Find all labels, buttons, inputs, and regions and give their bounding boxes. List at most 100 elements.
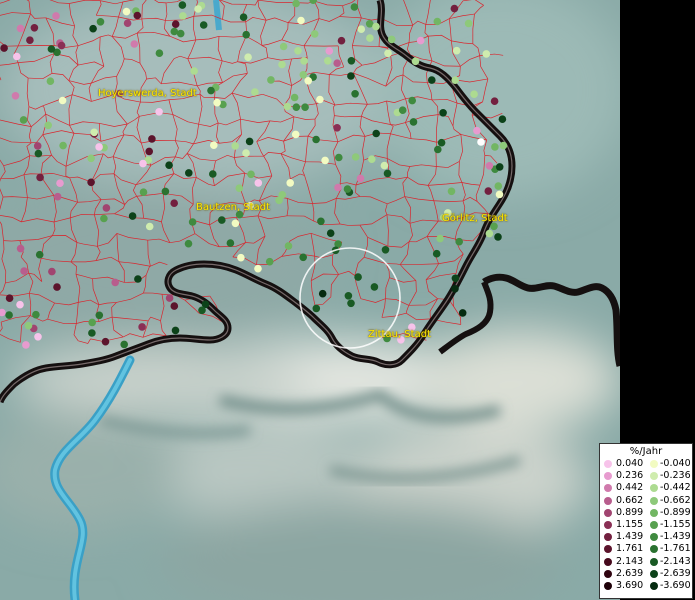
station-point[interactable] <box>380 161 389 170</box>
station-point[interactable] <box>145 222 154 231</box>
station-point[interactable] <box>337 36 346 45</box>
station-point[interactable] <box>145 147 153 156</box>
station-point[interactable] <box>53 283 61 291</box>
station-point[interactable] <box>53 192 62 201</box>
station-point[interactable] <box>267 76 275 84</box>
station-point[interactable] <box>335 153 343 162</box>
station-point[interactable] <box>5 294 14 303</box>
station-point[interactable] <box>231 219 240 228</box>
station-point[interactable] <box>89 24 97 33</box>
station-point[interactable] <box>325 47 334 55</box>
station-point[interactable] <box>88 318 96 327</box>
station-point[interactable] <box>190 67 198 75</box>
station-point[interactable] <box>408 96 417 105</box>
station-point[interactable] <box>343 185 352 193</box>
station-point[interactable] <box>120 340 128 349</box>
station-point[interactable] <box>351 90 359 98</box>
station-point[interactable] <box>171 326 180 335</box>
station-point[interactable] <box>482 50 491 58</box>
station-point[interactable] <box>122 7 131 16</box>
station-point[interactable] <box>226 239 235 247</box>
station-point[interactable] <box>436 234 444 243</box>
station-point[interactable] <box>458 309 467 317</box>
station-point[interactable] <box>239 13 248 21</box>
station-point[interactable] <box>138 323 146 331</box>
station-point[interactable] <box>409 118 418 126</box>
station-point[interactable] <box>19 116 28 124</box>
station-point[interactable] <box>283 102 292 111</box>
station-point[interactable] <box>333 59 342 67</box>
station-point[interactable] <box>297 16 305 25</box>
station-point[interactable] <box>434 145 442 154</box>
station-point[interactable] <box>384 49 392 58</box>
station-point[interactable] <box>464 19 473 28</box>
station-point[interactable] <box>452 46 461 55</box>
station-point[interactable] <box>198 306 206 315</box>
station-point[interactable] <box>22 341 30 349</box>
station-point[interactable] <box>495 163 504 171</box>
station-point[interactable] <box>312 135 320 144</box>
station-point[interactable] <box>366 34 374 42</box>
station-point[interactable] <box>148 135 156 143</box>
station-point[interactable] <box>57 41 66 50</box>
station-point[interactable] <box>356 174 365 183</box>
station-point[interactable] <box>87 154 95 163</box>
station-point[interactable] <box>244 53 252 61</box>
station-point[interactable] <box>447 187 456 196</box>
station-point[interactable] <box>372 22 380 31</box>
station-point[interactable] <box>299 253 308 262</box>
station-point[interactable] <box>275 196 283 205</box>
station-point[interactable] <box>265 257 274 266</box>
station-point[interactable] <box>130 40 139 48</box>
station-point[interactable] <box>33 142 42 150</box>
station-point[interactable] <box>24 321 33 330</box>
station-point[interactable] <box>194 5 202 13</box>
station-point[interactable] <box>473 126 481 135</box>
station-point[interactable] <box>213 98 221 107</box>
station-point[interactable] <box>209 170 217 178</box>
station-point[interactable] <box>165 294 174 302</box>
station-point[interactable] <box>321 156 329 165</box>
station-point[interactable] <box>411 57 420 66</box>
station-point[interactable] <box>357 25 366 33</box>
station-point[interactable] <box>499 141 508 150</box>
station-point[interactable] <box>30 24 39 32</box>
station-point[interactable] <box>333 124 341 132</box>
station-point[interactable] <box>133 11 142 20</box>
station-point[interactable] <box>161 187 170 196</box>
station-point[interactable] <box>34 333 42 341</box>
station-point[interactable] <box>347 72 355 80</box>
station-point[interactable] <box>381 246 390 254</box>
station-point[interactable] <box>96 18 105 26</box>
station-point[interactable] <box>231 142 239 150</box>
station-point[interactable] <box>284 242 293 250</box>
station-point[interactable] <box>372 129 381 138</box>
station-point[interactable] <box>184 239 193 248</box>
station-point[interactable] <box>165 161 173 169</box>
station-point[interactable] <box>155 49 164 57</box>
station-point[interactable] <box>207 86 215 95</box>
station-point[interactable] <box>347 57 356 65</box>
station-point[interactable] <box>87 178 95 187</box>
station-point[interactable] <box>494 233 502 241</box>
station-point[interactable] <box>451 76 460 84</box>
station-point[interactable] <box>5 311 13 319</box>
station-point[interactable] <box>188 218 197 226</box>
station-point[interactable] <box>279 42 288 51</box>
station-point[interactable] <box>88 329 96 337</box>
station-point[interactable] <box>290 93 299 102</box>
station-point[interactable] <box>171 20 180 29</box>
station-point[interactable] <box>485 162 494 170</box>
station-point[interactable] <box>47 45 56 53</box>
station-point[interactable] <box>16 244 25 253</box>
station-point[interactable] <box>428 76 436 84</box>
station-point[interactable] <box>254 264 262 273</box>
station-point[interactable] <box>20 267 28 275</box>
station-point[interactable] <box>44 121 52 130</box>
station-point[interactable] <box>56 179 64 187</box>
station-point[interactable] <box>324 57 332 65</box>
station-point[interactable] <box>316 95 324 104</box>
station-point[interactable] <box>439 109 447 117</box>
station-point[interactable] <box>11 92 20 100</box>
station-point[interactable] <box>292 0 300 8</box>
